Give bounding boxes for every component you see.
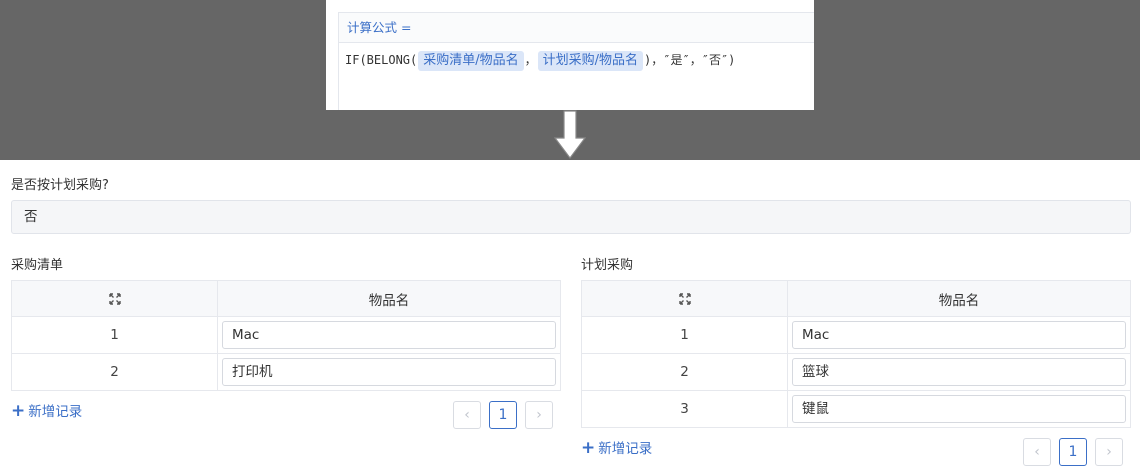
expand-icon[interactable] [108, 292, 121, 305]
field-chip-plan-item[interactable]: 计划采购/物品名 [537, 51, 644, 71]
expand-header[interactable] [581, 280, 788, 317]
table-header-row: 物品名 [11, 280, 561, 317]
down-arrow-icon [553, 110, 587, 159]
row-index: 1 [11, 316, 218, 354]
formula-prefix: IF(BELONG( [345, 53, 418, 67]
prev-page-button[interactable]: ‹ [1023, 438, 1051, 466]
field-chip-purchase-item[interactable]: 采购清单/物品名 [418, 51, 524, 71]
formula-header: 计算公式 = [338, 12, 814, 43]
table-row: 2 篮球 [581, 353, 1131, 391]
add-record-label: 新增记录 [28, 404, 83, 420]
row-index: 1 [581, 316, 788, 354]
result-field[interactable]: 否 [11, 200, 1131, 234]
item-name-input[interactable]: Mac [792, 321, 1126, 349]
formula-expression[interactable]: IF(BELONG(采购清单/物品名，计划采购/物品名)，″是″，″否″) [338, 42, 814, 110]
add-record-button[interactable]: + 新增记录 [581, 437, 652, 458]
row-index: 2 [11, 353, 218, 391]
pagination: ‹ 1 › [1023, 438, 1123, 466]
formula-banner: 计算公式 = IF(BELONG(采购清单/物品名，计划采购/物品名)，″是″，… [0, 0, 1140, 160]
item-name-input[interactable]: 键鼠 [792, 395, 1126, 423]
expand-header[interactable] [11, 280, 218, 317]
plus-icon: + [11, 401, 26, 421]
add-record-button[interactable]: + 新增记录 [11, 400, 82, 421]
formula-separator: ， [524, 53, 537, 67]
pagination: ‹ 1 › [453, 401, 553, 429]
table-row: 2 打印机 [11, 353, 561, 391]
item-name-input[interactable]: 打印机 [222, 358, 556, 386]
page-number-button[interactable]: 1 [1059, 438, 1087, 466]
page-number-button[interactable]: 1 [489, 401, 517, 429]
next-page-button[interactable]: › [1095, 438, 1123, 466]
column-header-item-name: 物品名 [217, 280, 561, 317]
item-name-input[interactable]: Mac [222, 321, 556, 349]
column-header-item-name: 物品名 [787, 280, 1131, 317]
add-record-label: 新增记录 [598, 441, 653, 457]
table-row: 3 键鼠 [581, 390, 1131, 428]
purchase-table: 物品名 1 Mac 2 打印机 [11, 280, 561, 391]
expand-icon[interactable] [678, 292, 691, 305]
field-label: 是否按计划采购? [11, 178, 109, 193]
next-page-button[interactable]: › [525, 401, 553, 429]
table-title-plan: 计划采购 [581, 258, 634, 273]
row-index: 3 [581, 390, 788, 428]
prev-page-button[interactable]: ‹ [453, 401, 481, 429]
formula-card: 计算公式 = IF(BELONG(采购清单/物品名，计划采购/物品名)，″是″，… [326, 0, 814, 110]
table-row: 1 Mac [581, 316, 1131, 354]
row-index: 2 [581, 353, 788, 391]
table-title-purchase: 采购清单 [11, 258, 64, 273]
table-header-row: 物品名 [581, 280, 1131, 317]
item-name-input[interactable]: 篮球 [792, 358, 1126, 386]
plan-table: 物品名 1 Mac 2 篮球 3 键鼠 [581, 280, 1131, 428]
formula-suffix: )，″是″，″否″) [644, 53, 736, 67]
plus-icon: + [581, 438, 596, 458]
table-row: 1 Mac [11, 316, 561, 354]
